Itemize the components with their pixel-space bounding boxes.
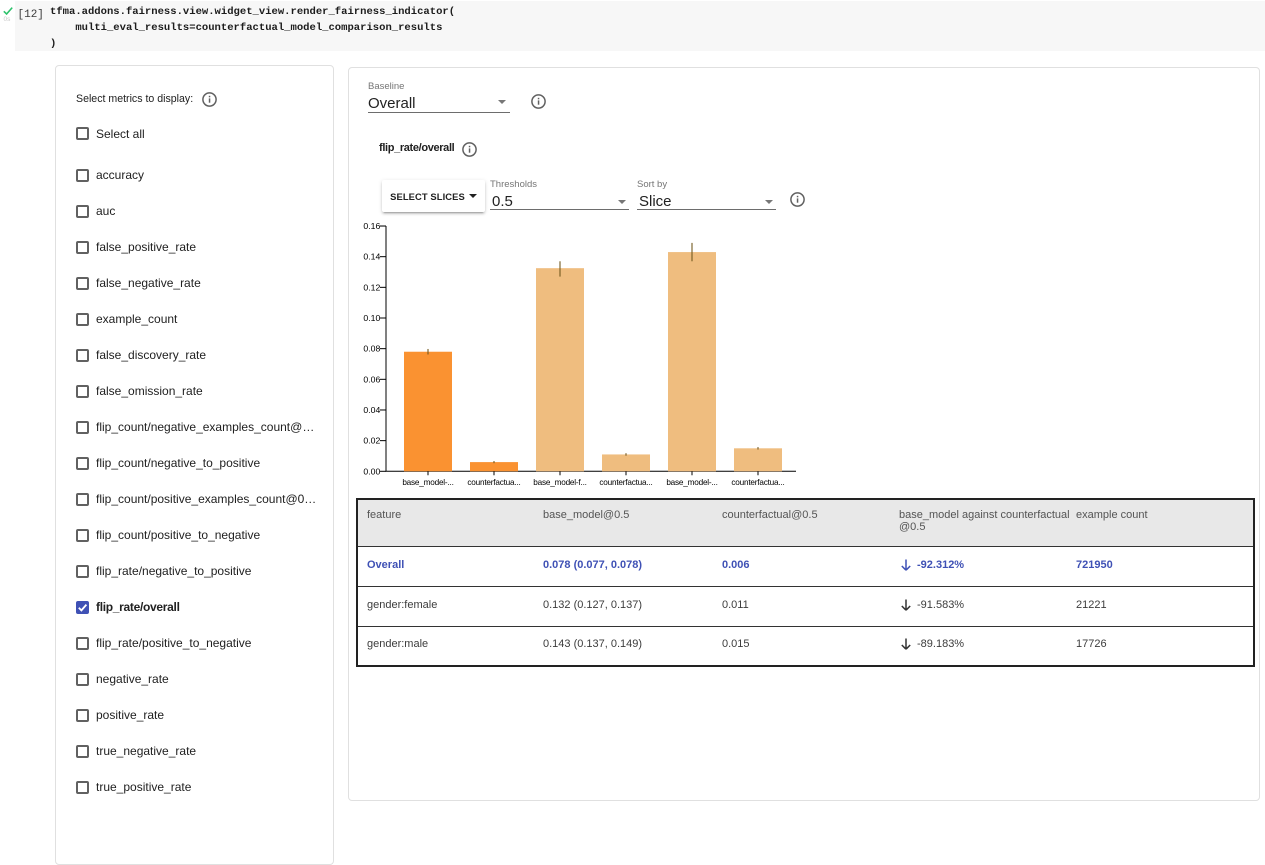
svg-text:0.08: 0.08 [363, 344, 380, 354]
svg-text:0.02: 0.02 [363, 436, 380, 446]
svg-text:base_model-f...: base_model-f... [533, 478, 586, 487]
svg-text:counterfactua...: counterfactua... [599, 478, 652, 487]
svg-text:0.12: 0.12 [363, 282, 380, 292]
svg-text:base_model-...: base_model-... [402, 478, 453, 487]
svg-text:base_model-...: base_model-... [666, 478, 717, 487]
svg-text:counterfactua...: counterfactua... [731, 478, 784, 487]
svg-text:0.06: 0.06 [363, 374, 380, 384]
svg-text:0.10: 0.10 [363, 313, 380, 323]
svg-text:0.14: 0.14 [363, 252, 380, 262]
svg-text:0.04: 0.04 [363, 405, 380, 415]
svg-text:0.16: 0.16 [363, 221, 380, 231]
svg-text:0.00: 0.00 [363, 466, 380, 476]
svg-text:counterfactua...: counterfactua... [467, 478, 520, 487]
